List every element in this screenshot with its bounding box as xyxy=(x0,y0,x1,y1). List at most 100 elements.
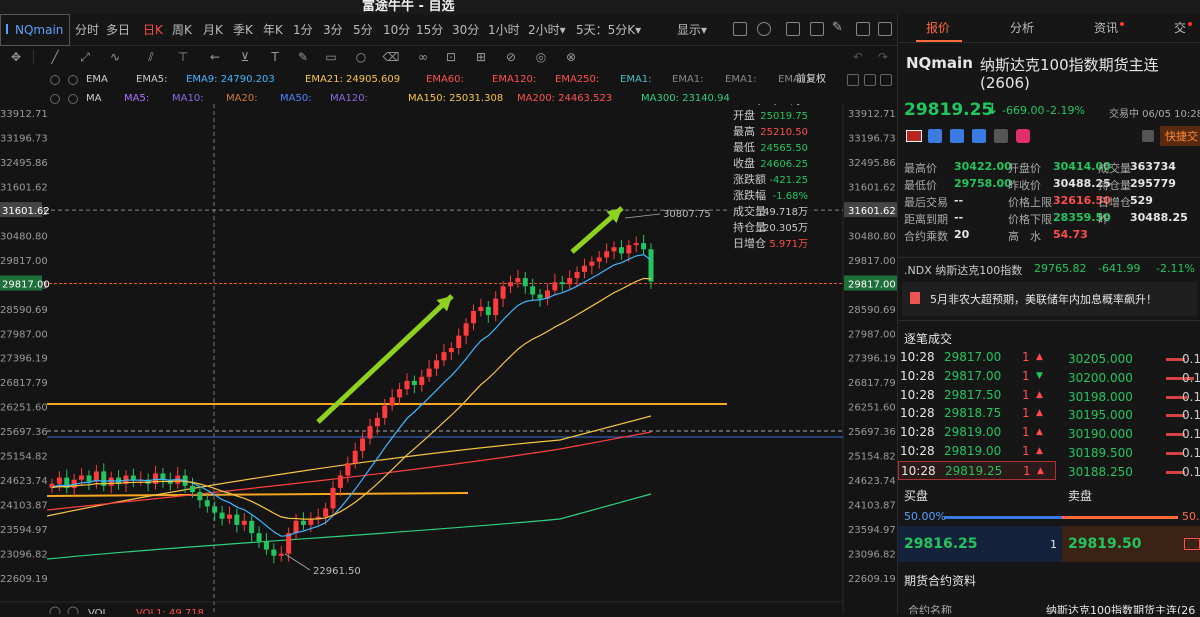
timeframe-11[interactable]: 15分 xyxy=(416,14,443,46)
best-bid[interactable]: 29816.25 1 xyxy=(898,526,1062,562)
timeframe-7[interactable]: 1分 xyxy=(293,14,313,46)
kline-chart[interactable]: 33912.71 33912.71 33196.73 33196.73 32495.86… xyxy=(0,90,897,617)
undo-icon[interactable]: ↶ xyxy=(847,48,869,66)
settings-icon[interactable] xyxy=(757,22,771,36)
line-tool-icon[interactable]: ╱ xyxy=(44,48,66,66)
collapse-icon[interactable] xyxy=(847,74,859,86)
tick-time: 10:28 xyxy=(900,368,935,383)
ma-visibility-icon[interactable] xyxy=(68,94,78,104)
ray-tool-icon[interactable]: ⤢ xyxy=(74,48,96,66)
y-tick-left: 24623.74 xyxy=(0,476,48,487)
fullscreen-icon[interactable] xyxy=(878,22,892,36)
trend-tool-icon[interactable]: ∿ xyxy=(104,48,126,66)
tooltip-value: 5.971万 xyxy=(769,239,808,250)
support-line-lower[interactable] xyxy=(46,492,469,497)
book-volume: 0.16 xyxy=(1182,370,1200,385)
eraser-tool-icon[interactable]: ⌫ xyxy=(380,48,402,66)
ask-price: 29819.50 xyxy=(1068,536,1142,552)
panel-settings-icon[interactable] xyxy=(880,74,892,86)
candle-body xyxy=(419,376,425,386)
pen-tool-icon[interactable]: ✎ xyxy=(292,48,314,66)
book-price: 30188.250 xyxy=(1068,464,1133,479)
quote-change: -669.00 xyxy=(1002,104,1045,117)
quote-tab-1[interactable]: 分析 xyxy=(1010,14,1034,42)
news-banner[interactable]: 5月非农大超预期，美联储年内加息概率飙升！ xyxy=(902,282,1197,316)
ndx-name[interactable]: .NDX 纳斯达克100指数 xyxy=(904,262,1022,278)
timeframe-6[interactable]: 年K xyxy=(263,14,283,46)
text-tool-icon[interactable]: T xyxy=(264,48,286,66)
candle-body xyxy=(485,306,491,316)
delete-tool-icon[interactable]: ⊗ xyxy=(560,48,582,66)
move-icon[interactable]: ✥ xyxy=(5,48,27,66)
candle-body xyxy=(530,286,536,295)
book-depth-bar xyxy=(1166,452,1184,455)
timeframe-1[interactable]: 多日 xyxy=(106,14,130,46)
vol-settings-icon[interactable] xyxy=(49,606,61,617)
timeframe-9[interactable]: 5分 xyxy=(353,14,373,46)
compare-icon[interactable] xyxy=(810,22,824,36)
ema-visibility-icon[interactable] xyxy=(68,75,78,85)
display-menu[interactable]: 显示▾ xyxy=(677,14,707,46)
fib-tool-icon[interactable]: ⊤ xyxy=(172,48,194,66)
timeframe-4[interactable]: 月K xyxy=(203,14,223,46)
timeframe-10[interactable]: 10分 xyxy=(383,14,410,46)
bid-ask-ratio: 50.00% 50.0 xyxy=(898,510,1200,524)
shape-tool-icon[interactable]: ▭ xyxy=(320,48,342,66)
timeframe-13[interactable]: 1小时 xyxy=(488,14,520,46)
arrow-tool-icon[interactable]: ← xyxy=(204,48,226,66)
vol-visibility-icon[interactable] xyxy=(67,606,79,617)
margin-icon[interactable] xyxy=(950,129,964,143)
measure-tool-icon[interactable]: ⊻ xyxy=(234,48,256,66)
tick-direction-icon: ▲ xyxy=(1037,465,1044,476)
quote-tab-0[interactable]: 报价 xyxy=(926,14,950,42)
tick-time: 10:28 xyxy=(900,406,935,421)
candle-body xyxy=(648,249,654,282)
book-row: 30189.500 0.10 xyxy=(1056,444,1200,463)
layout-icon[interactable] xyxy=(733,22,747,36)
ticks-title: 逐笔成交 xyxy=(904,332,953,346)
lock-tool-icon[interactable]: ⊞ xyxy=(470,48,492,66)
ema21-line xyxy=(51,277,652,520)
stat-label: 价格下限 xyxy=(1008,213,1052,226)
ma-settings-icon[interactable] xyxy=(50,94,60,104)
timeframe-15[interactable]: 5天：5分K▾ xyxy=(576,14,641,46)
magnet-tool-icon[interactable]: ⊘ xyxy=(500,48,522,66)
candle-body xyxy=(641,243,647,250)
symbol-selector[interactable]: NQmain xyxy=(0,14,70,46)
y-tick-right: 32495.86 xyxy=(848,158,896,169)
parallel-tool-icon[interactable]: ⫽ xyxy=(140,48,162,66)
ruler-tool-icon[interactable]: ⊡ xyxy=(440,48,462,66)
draw-icon[interactable]: ✎ xyxy=(832,20,846,35)
quick-trade-button[interactable]: 快捷交 xyxy=(1160,126,1200,146)
grid-icon[interactable] xyxy=(856,22,870,36)
circle-tool-icon[interactable]: ○ xyxy=(350,48,372,66)
timeframe-3[interactable]: 周K xyxy=(172,14,192,46)
quote-tab-2[interactable]: 资讯 xyxy=(1094,14,1124,42)
timeframe-5[interactable]: 季K xyxy=(233,14,253,46)
timeframe-14[interactable]: 2小时▾ xyxy=(528,14,566,46)
screenshot-icon[interactable] xyxy=(786,22,800,36)
stat-value: -- xyxy=(954,194,964,207)
account-icon[interactable] xyxy=(928,129,942,143)
favorite-heart-icon[interactable] xyxy=(1016,129,1030,143)
timeframe-2[interactable]: 日K xyxy=(143,14,163,46)
news-headline[interactable]: 5月非农大超预期，美联储年内加息概率飙升！ xyxy=(930,291,1157,307)
calendar-icon[interactable] xyxy=(994,129,1008,143)
ema-settings-icon[interactable] xyxy=(50,75,60,85)
link-tool-icon[interactable]: ∞ xyxy=(412,48,434,66)
timeframe-12[interactable]: 30分 xyxy=(452,14,479,46)
expand-icon[interactable] xyxy=(864,74,876,86)
quote-tab-3[interactable]: 交 xyxy=(1174,14,1192,42)
timeframe-0[interactable]: 分时 xyxy=(75,14,99,46)
redo-icon[interactable]: ↷ xyxy=(872,48,894,66)
best-ask[interactable]: 29819.50 xyxy=(1062,526,1200,562)
quote-symbol: NQmain xyxy=(906,54,973,72)
stat-label: 昨 xyxy=(1098,213,1109,226)
timeframe-8[interactable]: 3分 xyxy=(323,14,343,46)
ndx-pct: -2.11% xyxy=(1156,262,1195,275)
eye-tool-icon[interactable]: ◎ xyxy=(530,48,552,66)
candle-body xyxy=(633,243,639,246)
tag-icon[interactable] xyxy=(972,129,986,143)
bell-icon[interactable] xyxy=(1142,130,1154,142)
tick-price: 29819.00 xyxy=(944,444,1002,458)
